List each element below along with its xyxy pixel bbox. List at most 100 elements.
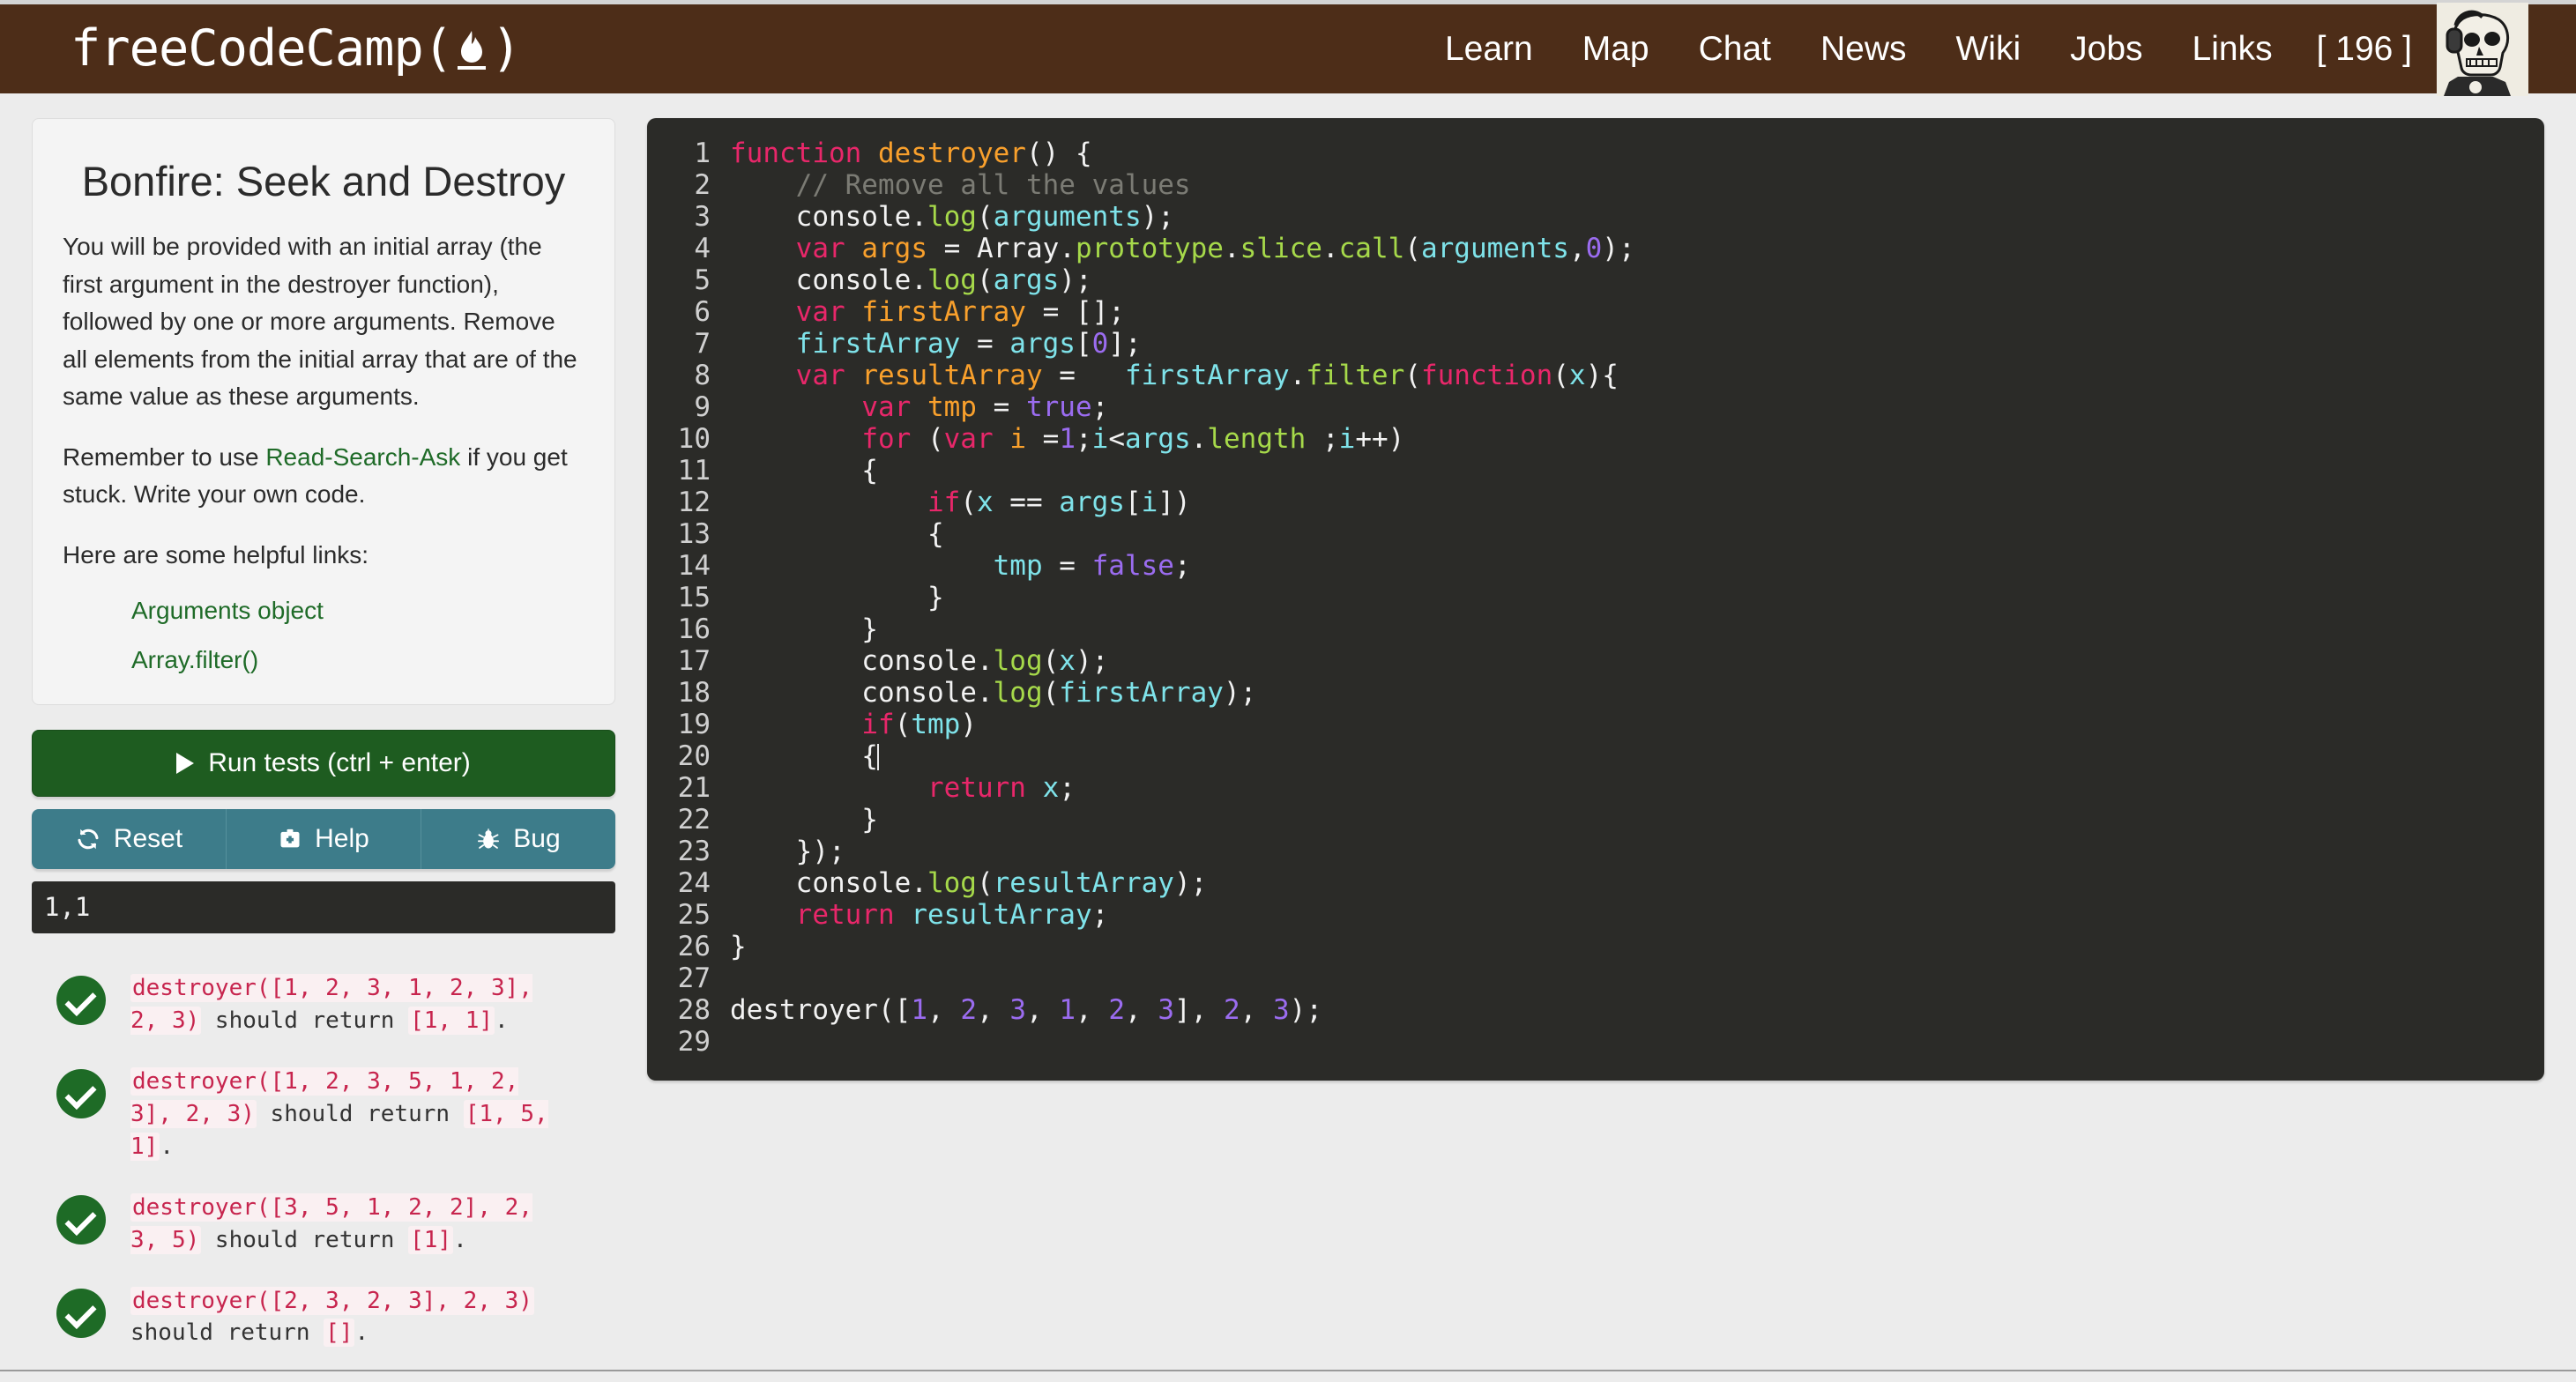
code-token: log — [993, 645, 1043, 677]
code-line-content[interactable]: if(tmp) — [730, 709, 977, 740]
code-line[interactable]: 17 console.log(x); — [647, 645, 2544, 677]
code-line[interactable]: 8 var resultArray = firstArray.filter(fu… — [647, 360, 2544, 391]
code-line-content[interactable]: { — [730, 455, 878, 487]
help-button[interactable]: Help — [227, 809, 421, 870]
code-token: ( — [1042, 645, 1060, 677]
code-line-content[interactable]: var firstArray = []; — [730, 296, 1125, 328]
code-token: x — [1568, 360, 1586, 391]
code-line[interactable]: 20 { — [647, 740, 2544, 772]
code-line[interactable]: 1 function destroyer() { — [647, 137, 2544, 169]
code-line[interactable]: 5 console.log(args); — [647, 264, 2544, 296]
test-result-item: destroyer([1, 2, 3, 1, 2, 3], 2, 3) shou… — [56, 972, 615, 1037]
code-editor[interactable]: 1 function destroyer() {2 // Remove all t… — [647, 118, 2544, 1081]
code-token: 0 — [1091, 328, 1109, 360]
code-line[interactable]: 21 return x; — [647, 772, 2544, 804]
nav-link-chat[interactable]: Chat — [1674, 3, 1796, 96]
reset-button[interactable]: Reset — [32, 809, 227, 870]
code-token: ); — [1602, 233, 1635, 264]
code-line-content[interactable]: firstArray = args[0]; — [730, 328, 1142, 360]
code-line[interactable]: 2 // Remove all the values — [647, 169, 2544, 201]
code-line[interactable]: 13 { — [647, 518, 2544, 550]
code-editor-body[interactable]: 1 function destroyer() {2 // Remove all t… — [647, 137, 2544, 1058]
run-tests-label: Run tests (ctrl + enter) — [208, 748, 471, 778]
code-token: tmp — [911, 709, 961, 740]
code-line-content[interactable]: return resultArray; — [730, 899, 1109, 931]
code-line[interactable]: 18 console.log(firstArray); — [647, 677, 2544, 709]
link-array-filter[interactable]: Array.filter() — [131, 646, 258, 673]
code-line[interactable]: 11 { — [647, 455, 2544, 487]
nav-link-learn[interactable]: Learn — [1420, 3, 1558, 96]
code-line-content[interactable]: { — [730, 518, 944, 550]
code-line[interactable]: 24 console.log(resultArray); — [647, 867, 2544, 899]
code-line[interactable]: 10 for (var i =1;i<args.length ;i++) — [647, 423, 2544, 455]
code-line-content[interactable]: console.log(arguments); — [730, 201, 1174, 233]
code-line[interactable]: 22 } — [647, 804, 2544, 836]
code-line-content[interactable]: } — [730, 613, 878, 645]
code-line-content[interactable]: destroyer([1, 2, 3, 1, 2, 3], 2, 3); — [730, 994, 1322, 1026]
brownie-points-count[interactable]: [ 196 ] — [2297, 3, 2437, 96]
code-line[interactable]: 9 var tmp = true; — [647, 391, 2544, 423]
code-line[interactable]: 4 var args = Array.prototype.slice.call(… — [647, 233, 2544, 264]
link-arguments-object[interactable]: Arguments object — [131, 597, 324, 624]
read-search-ask-link[interactable]: Read-Search-Ask — [265, 443, 460, 471]
code-line-content[interactable]: if(x == args[i]) — [730, 487, 1191, 518]
nav-link-jobs[interactable]: Jobs — [2045, 3, 2167, 96]
nav-link-wiki[interactable]: Wiki — [1932, 3, 2046, 96]
run-tests-button[interactable]: Run tests (ctrl + enter) — [32, 730, 615, 798]
code-token: ( — [1042, 677, 1060, 709]
secondary-button-row: Reset Help Bug — [32, 809, 615, 870]
avatar[interactable] — [2437, 2, 2528, 96]
test-result-text: destroyer([1, 2, 3, 1, 2, 3], 2, 3) shou… — [130, 972, 571, 1037]
code-line[interactable]: 23 }); — [647, 836, 2544, 867]
code-line-content[interactable]: } — [730, 804, 878, 836]
code-line[interactable]: 14 tmp = false; — [647, 550, 2544, 582]
page-content: Bonfire: Seek and Destroy You will be pr… — [0, 93, 2576, 1378]
code-token: ); — [1223, 677, 1257, 709]
code-line[interactable]: 28 destroyer([1, 2, 3, 1, 2, 3], 2, 3); — [647, 994, 2544, 1026]
code-line-content[interactable]: console.log(resultArray); — [730, 867, 1208, 899]
code-line-content[interactable]: function destroyer() { — [730, 137, 1092, 169]
play-icon — [176, 753, 195, 775]
code-line-content[interactable]: return x; — [730, 772, 1076, 804]
code-line[interactable]: 26} — [647, 931, 2544, 962]
brand-logo[interactable]: freeCodeCamp() — [71, 24, 521, 74]
code-line[interactable]: 7 firstArray = args[0]; — [647, 328, 2544, 360]
code-line-content[interactable]: // Remove all the values — [730, 169, 1191, 201]
bug-button[interactable]: Bug — [421, 809, 615, 870]
code-line[interactable]: 16 } — [647, 613, 2544, 645]
code-line-content[interactable]: }); — [730, 836, 845, 867]
nav-link-map[interactable]: Map — [1558, 3, 1674, 96]
code-line-content[interactable]: { — [730, 740, 879, 772]
code-line-content[interactable]: console.log(firstArray); — [730, 677, 1256, 709]
code-line-content[interactable]: var args = Array.prototype.slice.call(ar… — [730, 233, 1635, 264]
code-line-content[interactable]: tmp = false; — [730, 550, 1191, 582]
code-line-content[interactable]: console.log(args); — [730, 264, 1092, 296]
code-line-content[interactable]: var resultArray = firstArray.filter(func… — [730, 360, 1619, 391]
code-line-content[interactable]: for (var i =1;i<args.length ;i++) — [730, 423, 1404, 455]
nav-link-links[interactable]: Links — [2168, 3, 2297, 96]
code-line[interactable]: 19 if(tmp) — [647, 709, 2544, 740]
code-line[interactable]: 29 — [647, 1026, 2544, 1058]
code-token: console. — [730, 867, 927, 899]
line-number: 10 — [677, 423, 711, 455]
code-token: 2 — [1108, 994, 1125, 1026]
nav-link-news[interactable]: News — [1796, 3, 1932, 96]
code-line-content[interactable]: console.log(x); — [730, 645, 1108, 677]
code-line-content[interactable]: } — [730, 582, 944, 613]
line-number: 18 — [677, 677, 711, 709]
test-result-item: destroyer([3, 5, 1, 2, 2], 2, 3, 5) shou… — [56, 1192, 615, 1257]
test-results-list: destroyer([1, 2, 3, 1, 2, 3], 2, 3) shou… — [32, 972, 615, 1349]
test-plain-text: . — [453, 1226, 467, 1253]
code-line-content[interactable]: } — [730, 931, 747, 962]
code-line[interactable]: 12 if(x == args[i]) — [647, 487, 2544, 518]
code-line[interactable]: 3 console.log(arguments); — [647, 201, 2544, 233]
code-token: { — [730, 740, 878, 772]
code-line[interactable]: 6 var firstArray = []; — [647, 296, 2544, 328]
code-line[interactable]: 25 return resultArray; — [647, 899, 2544, 931]
code-line-content[interactable]: var tmp = true; — [730, 391, 1108, 423]
help-label: Help — [315, 824, 369, 854]
code-line[interactable]: 15 } — [647, 582, 2544, 613]
code-line[interactable]: 27 — [647, 962, 2544, 994]
